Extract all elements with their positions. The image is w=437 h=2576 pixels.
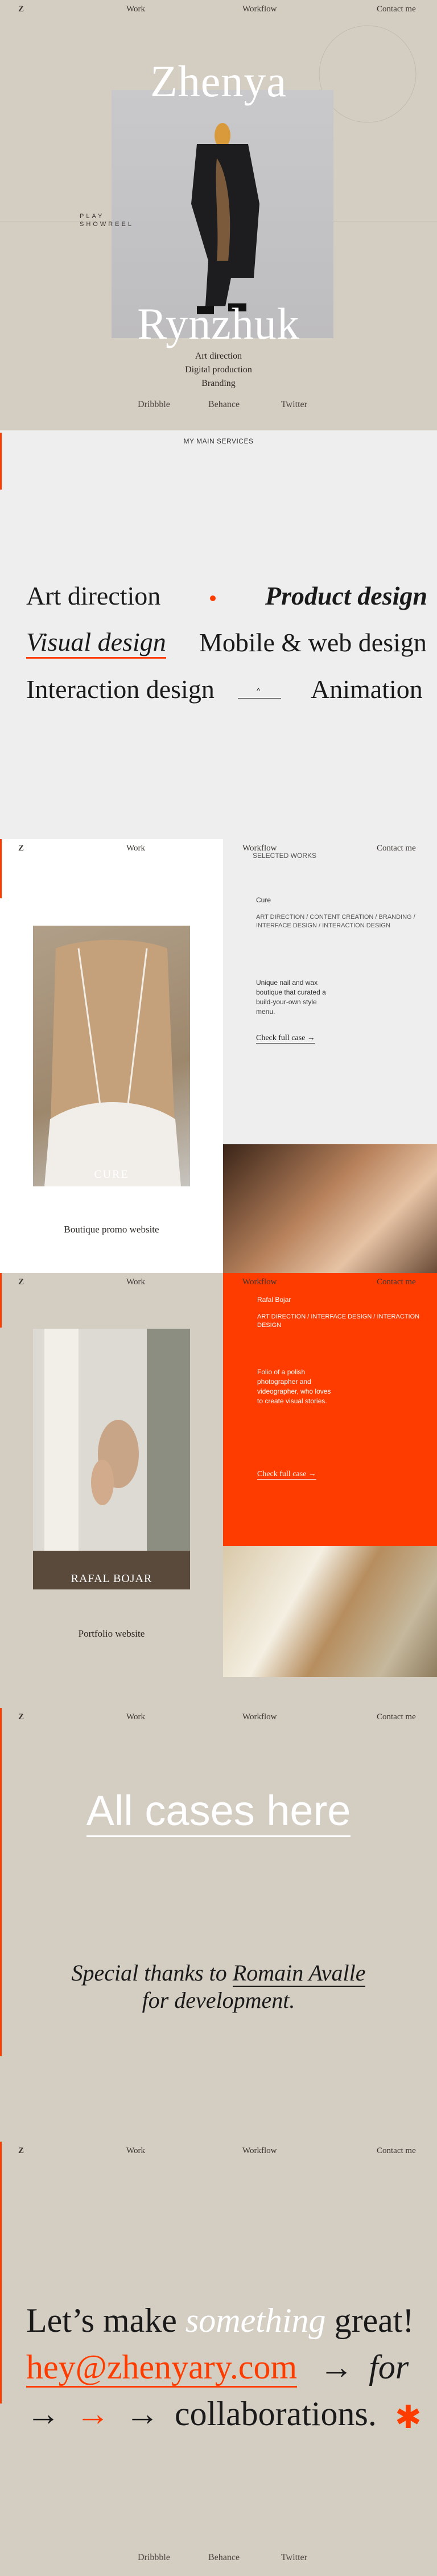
logo[interactable]: Z bbox=[18, 5, 24, 14]
rafal-image[interactable]: RAFAL BOJAR bbox=[33, 1329, 190, 1589]
contact-section: Z Work Workflow Contact me Let’s make so… bbox=[0, 2142, 437, 2576]
asterisk-icon: ✱ bbox=[395, 2399, 422, 2436]
all-cases-link[interactable]: All cases here bbox=[0, 1786, 437, 1837]
collaborations-text: collaborations. bbox=[175, 2395, 377, 2433]
behance-link[interactable]: Behance bbox=[208, 400, 240, 410]
hero-section: Z Work Workflow Contact me Zhenya Rynzhu… bbox=[0, 0, 437, 430]
showreel-line-2: SHOWREEL bbox=[80, 221, 134, 228]
hero-roles: Art direction Digital production Brandin… bbox=[0, 350, 437, 391]
behance-link[interactable]: Behance bbox=[208, 2553, 240, 2563]
service-interaction-design: Interaction design bbox=[26, 675, 215, 704]
for-text: for bbox=[369, 2348, 409, 2386]
cure-description: Unique nail and wax boutique that curate… bbox=[256, 979, 326, 1016]
cure-image[interactable]: CURE bbox=[33, 926, 190, 1186]
thanks-line-1: Special thanks to Romain Avalle bbox=[71, 1960, 366, 1987]
dribbble-link[interactable]: Dribbble bbox=[138, 400, 170, 410]
nav-contact-link[interactable]: Contact me bbox=[377, 1712, 416, 1722]
developer-link[interactable]: Romain Avalle bbox=[232, 1960, 366, 1987]
service-art-direction: Art direction bbox=[26, 581, 161, 610]
rafal-cta-link[interactable]: Check full case → bbox=[257, 1470, 316, 1480]
nav-work-link[interactable]: Work bbox=[126, 5, 145, 14]
work-rafal-section: Z Work Workflow Contact me RAFAL BOJAR P… bbox=[0, 1273, 437, 1708]
nav-workflow-link[interactable]: Workflow bbox=[242, 1277, 277, 1287]
animation-line bbox=[238, 698, 281, 699]
logo[interactable]: Z bbox=[18, 1277, 24, 1287]
nav-work-link[interactable]: Work bbox=[126, 2146, 145, 2156]
thanks-line-2: for development. bbox=[142, 1987, 295, 2013]
top-nav: Z Work Workflow Contact me bbox=[0, 839, 437, 854]
top-nav: Z Work Workflow Contact me bbox=[0, 1273, 437, 1288]
works-heading: SELECTED WORKS bbox=[253, 852, 317, 860]
nav-contact-link[interactable]: Contact me bbox=[377, 1277, 416, 1287]
cure-cta-link[interactable]: Check full case → bbox=[256, 1034, 315, 1043]
accent-bar bbox=[0, 2142, 2, 2404]
contact-line-1: Let’s make something great! bbox=[26, 2302, 414, 2339]
logo[interactable]: Z bbox=[18, 2146, 24, 2156]
contact-line-2: hey@zhenyary.com → for bbox=[26, 2348, 409, 2388]
thanks-text: Special thanks to Romain Avalle for deve… bbox=[0, 1959, 437, 2014]
hero-last-name: Rynzhuk bbox=[137, 299, 300, 348]
service-animation: Animation bbox=[311, 675, 423, 704]
dribbble-link[interactable]: Dribbble bbox=[138, 2553, 170, 2563]
logo[interactable]: Z bbox=[18, 1712, 24, 1722]
twitter-link[interactable]: Twitter bbox=[281, 400, 307, 410]
nav-workflow-link[interactable]: Workflow bbox=[242, 1712, 277, 1722]
arrow-right-icon: → bbox=[319, 2348, 354, 2386]
rafal-description: Folio of a polish photographer and video… bbox=[257, 1368, 331, 1405]
all-cases-section: Z Work Workflow Contact me All cases her… bbox=[0, 1708, 437, 2142]
rafal-caption: Portfolio website bbox=[78, 1628, 145, 1639]
cure-image-label: CURE bbox=[94, 1168, 129, 1181]
all-cases-label: All cases here bbox=[86, 1787, 351, 1837]
twitter-link[interactable]: Twitter bbox=[281, 2553, 307, 2563]
logo[interactable]: Z bbox=[18, 844, 24, 853]
role-item: Branding bbox=[201, 379, 236, 388]
red-dot bbox=[210, 595, 216, 601]
hero-first-name: Zhenya bbox=[150, 56, 287, 106]
cure-title: Cure bbox=[256, 896, 271, 904]
work-cure-section: Z Work Workflow Contact me SELECTED WORK… bbox=[0, 839, 437, 1273]
nav-contact-link[interactable]: Contact me bbox=[377, 844, 416, 853]
nav-work-link[interactable]: Work bbox=[126, 1277, 145, 1287]
cure-tags: ART DIRECTION / CONTENT CREATION / BRAND… bbox=[256, 914, 415, 929]
animation-arrow-icon: ^ bbox=[257, 687, 261, 695]
services-section: MY MAIN SERVICES Art direction Product d… bbox=[0, 430, 437, 839]
rafal-secondary-image[interactable] bbox=[223, 1546, 437, 1677]
service-product-design: Product design bbox=[265, 581, 427, 610]
arrow-right-accent-icon: → bbox=[76, 2395, 110, 2433]
play-showreel-button[interactable]: PLAY SHOWREEL bbox=[80, 212, 134, 228]
highlight-something: something bbox=[185, 2302, 326, 2339]
role-item: Digital production bbox=[185, 365, 252, 375]
rafal-title: Rafal Bojar bbox=[257, 1296, 291, 1304]
top-nav: Z Work Workflow Contact me bbox=[0, 2142, 437, 2156]
nav-workflow-link[interactable]: Workflow bbox=[242, 2146, 277, 2156]
cure-caption: Boutique promo website bbox=[64, 1224, 159, 1235]
arrow-right-icon: → bbox=[26, 2395, 60, 2433]
showreel-line-1: PLAY bbox=[80, 213, 105, 220]
nav-contact-link[interactable]: Contact me bbox=[377, 2146, 416, 2156]
rafal-figure bbox=[33, 1329, 190, 1589]
nav-work-link[interactable]: Work bbox=[126, 844, 145, 853]
role-item: Art direction bbox=[195, 351, 242, 361]
nav-work-link[interactable]: Work bbox=[126, 1712, 145, 1722]
top-nav: Z Work Workflow Contact me bbox=[0, 0, 437, 15]
service-mobile-web-design: Mobile & web design bbox=[199, 628, 427, 657]
rafal-tags: ART DIRECTION / INTERFACE DESIGN / INTER… bbox=[257, 1313, 420, 1329]
nav-contact-link[interactable]: Contact me bbox=[377, 5, 416, 14]
cure-secondary-image[interactable] bbox=[223, 1144, 437, 1273]
nav-workflow-link[interactable]: Workflow bbox=[242, 5, 277, 14]
cure-figure bbox=[33, 926, 190, 1186]
rafal-image-label: RAFAL BOJAR bbox=[71, 1572, 152, 1585]
service-visual-design: Visual design bbox=[26, 627, 166, 659]
top-nav: Z Work Workflow Contact me bbox=[0, 1708, 437, 1723]
arrow-right-icon: → bbox=[125, 2395, 159, 2433]
email-link[interactable]: hey@zhenyary.com bbox=[26, 2348, 298, 2388]
services-heading: MY MAIN SERVICES bbox=[183, 437, 254, 445]
contact-line-3: → → → collaborations. bbox=[26, 2394, 377, 2434]
